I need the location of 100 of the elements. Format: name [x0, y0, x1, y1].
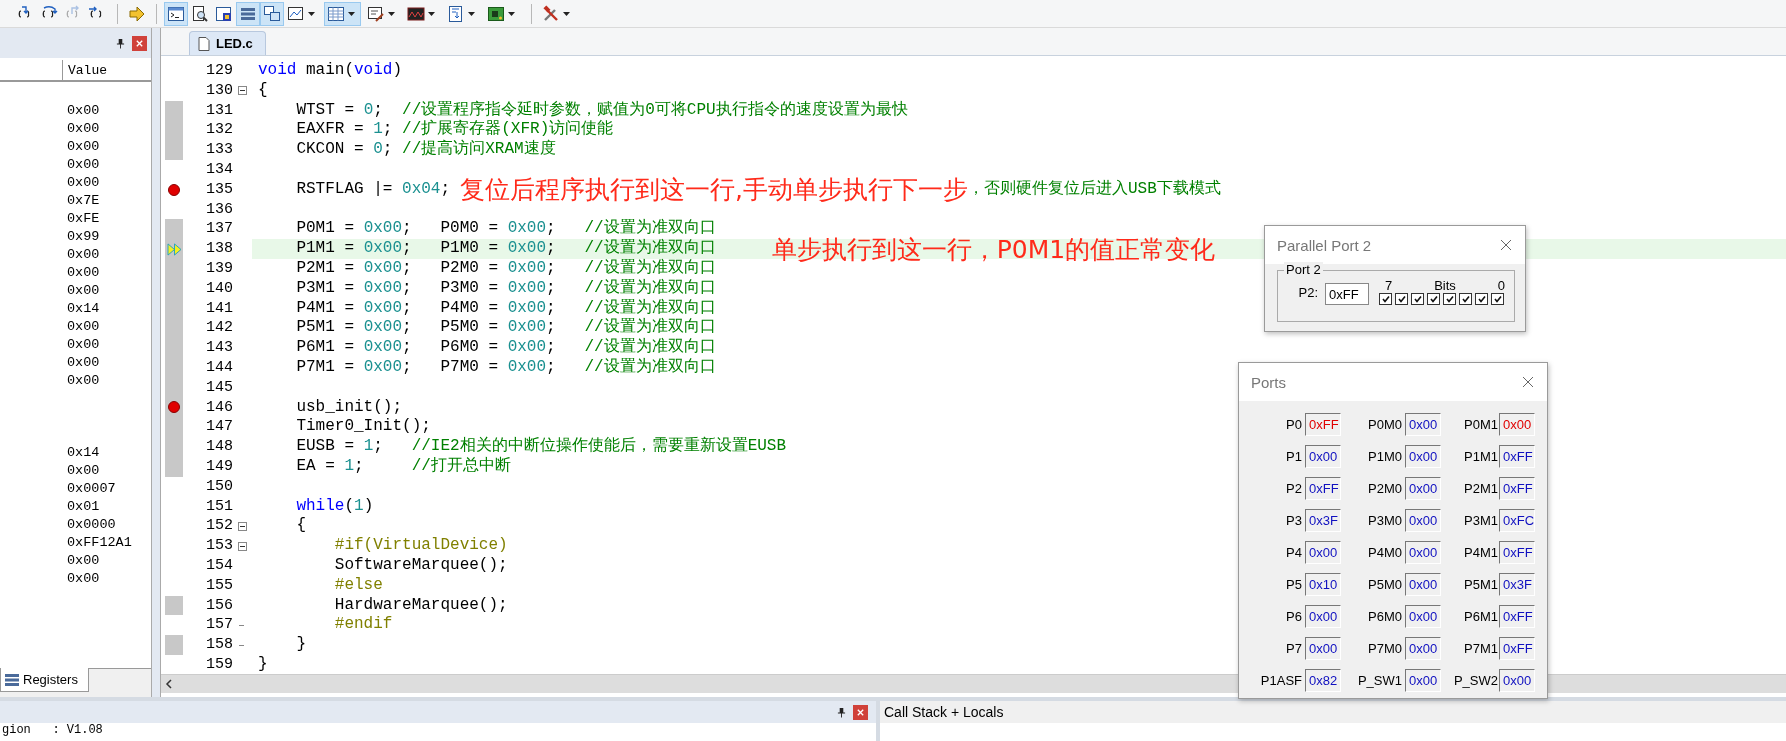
bit-checkbox[interactable]	[1491, 293, 1504, 305]
register-value-field[interactable]: 0x00	[1499, 413, 1535, 436]
register-value-field[interactable]: 0x00	[1499, 669, 1535, 692]
register-value-field[interactable]: 0x82	[1305, 669, 1341, 692]
bits-label: Bits	[1434, 279, 1456, 292]
line-number: 133	[205, 140, 233, 160]
register-value-field[interactable]: 0x3F	[1499, 573, 1535, 596]
register-value-field[interactable]: 0x00	[1405, 669, 1441, 692]
register-value: 0x01	[67, 498, 100, 514]
field-label: P2:	[1297, 285, 1318, 302]
code-line: usb_init();	[295, 397, 403, 418]
close-icon[interactable]	[1500, 239, 1512, 251]
document-icon	[198, 36, 210, 51]
port-value-field[interactable]: 0xFF	[1325, 283, 1369, 305]
code-line: P5M1 = 0x00; P5M0 = 0x00; //设置为准双向口	[295, 318, 716, 338]
call-stack-window-button[interactable]	[260, 1, 284, 26]
register-value-field[interactable]: 0x00	[1405, 445, 1441, 468]
register-value-field[interactable]: 0x00	[1405, 573, 1441, 596]
code-line: #endif	[333, 615, 393, 636]
collapse-icon[interactable]	[238, 521, 247, 531]
register-value-field[interactable]: 0x00	[1405, 509, 1441, 532]
caret-icon	[428, 11, 435, 16]
register-value-field[interactable]: 0xFF	[1499, 477, 1535, 500]
code-comment: ，否则硬件复位后进入USB下载模式	[968, 179, 1221, 200]
line-number: 136	[205, 199, 233, 220]
register-label: P5M1	[1463, 576, 1499, 594]
register-value: 0x7E	[67, 192, 100, 208]
code-line: EA = 1; //打开总中断	[295, 456, 511, 477]
code-line: {	[295, 516, 306, 537]
command-window-button[interactable]	[164, 1, 188, 26]
breakpoint-icon[interactable]	[168, 183, 180, 196]
register-value: 0x00	[67, 372, 100, 388]
register-value-field[interactable]: 0x00	[1305, 541, 1341, 564]
registers-tab[interactable]: Registers	[0, 668, 89, 692]
register-label: P0	[1285, 416, 1303, 434]
register-label: P_SW1	[1356, 672, 1403, 690]
line-number: 156	[205, 595, 233, 616]
register-value-field[interactable]: 0x00	[1405, 541, 1441, 564]
bit-checkbox[interactable]	[1427, 293, 1440, 305]
register-label: P4M1	[1463, 544, 1499, 562]
close-button[interactable]	[853, 704, 868, 720]
register-value-field[interactable]: 0xFF	[1499, 541, 1535, 564]
group-label: Port 2	[1284, 262, 1323, 277]
register-value: 0x14	[67, 444, 100, 460]
file-tab[interactable]: LED.c	[189, 31, 266, 55]
register-value: 0x14	[67, 300, 100, 316]
register-value-field[interactable]: 0x00	[1405, 605, 1441, 628]
register-value: 0x00	[67, 120, 100, 136]
collapse-icon[interactable]	[238, 541, 247, 551]
list-icon	[5, 673, 19, 686]
code-line: P4M1 = 0x00; P4M0 = 0x00; //设置为准双向口	[295, 298, 716, 318]
bit-checkbox[interactable]	[1475, 293, 1488, 305]
annotation-text: 复位后程序执行到这一行,手动单步执行下一步	[460, 177, 968, 203]
breakpoint-icon[interactable]	[168, 401, 180, 414]
close-icon[interactable]	[1522, 376, 1534, 388]
register-value-field[interactable]: 0xFC	[1499, 509, 1535, 532]
register-value-field[interactable]: 0x00	[1305, 605, 1341, 628]
window-icon	[215, 4, 233, 23]
line-number: 158	[205, 635, 233, 655]
register-value-field[interactable]: 0xFF	[1499, 605, 1535, 628]
register-value: 0x00	[67, 174, 100, 190]
arrow-icon	[128, 4, 146, 23]
code-line: Timer0_Init();	[295, 417, 431, 438]
line-number: 153	[205, 536, 233, 556]
collapse-icon[interactable]	[238, 86, 247, 96]
register-value-field[interactable]: 0xFF	[1305, 477, 1341, 500]
line-number: 140	[205, 278, 233, 299]
code-line: SoftwareMarquee();	[333, 555, 508, 576]
line-number: 132	[205, 120, 233, 141]
bit-checkbox[interactable]	[1459, 293, 1472, 305]
bit-checkbox[interactable]	[1395, 293, 1408, 305]
code-line: }	[295, 635, 306, 655]
memory-window-button[interactable]	[324, 1, 361, 26]
bit-checkbox[interactable]	[1443, 293, 1456, 305]
register-value-field[interactable]: 0x10	[1305, 573, 1341, 596]
bit-checkbox[interactable]	[1411, 293, 1424, 305]
register-value-field[interactable]: 0x00	[1405, 413, 1441, 436]
register-value-field[interactable]: 0xFF	[1305, 413, 1341, 436]
line-number: 141	[205, 298, 233, 319]
code-line: RSTFLAG |= 0x04;	[295, 179, 451, 200]
scroll-left-icon[interactable]	[165, 679, 173, 689]
line-number: 148	[205, 437, 233, 457]
register-value-field[interactable]: 0xFF	[1499, 445, 1535, 468]
register-value-field[interactable]: 0x3F	[1305, 509, 1341, 532]
register-value-field[interactable]: 0x00	[1405, 477, 1441, 500]
register-value-field[interactable]: 0xFF	[1499, 637, 1535, 660]
register-value: 0x00	[67, 336, 100, 352]
register-value-field[interactable]: 0x00	[1405, 637, 1441, 660]
register-value-field[interactable]: 0x00	[1305, 637, 1341, 660]
register-label: P2M0	[1367, 480, 1403, 498]
code-line: HardwareMarquee();	[333, 595, 508, 616]
register-label: P6	[1285, 608, 1303, 626]
window-pen-icon	[367, 4, 385, 23]
code-line: P0M1 = 0x00; P0M0 = 0x00; //设置为准双向口	[295, 219, 716, 239]
close-button[interactable]	[132, 35, 147, 51]
line-number: 146	[205, 397, 233, 418]
bit-checkbox[interactable]	[1379, 293, 1392, 305]
register-value-field[interactable]: 0x00	[1305, 445, 1341, 468]
caret-icon	[308, 11, 315, 16]
registers-window-button[interactable]	[236, 1, 260, 26]
